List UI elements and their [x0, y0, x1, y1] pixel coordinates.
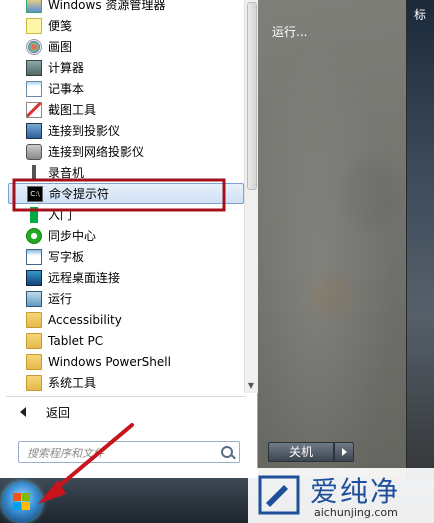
- back-label: 返回: [46, 405, 71, 420]
- program-label: Accessibility: [48, 312, 122, 327]
- wordpad-icon: [26, 248, 42, 265]
- run-icon: [26, 290, 42, 307]
- program-item[interactable]: 记事本: [8, 78, 244, 99]
- back-arrow-icon: [20, 407, 26, 417]
- program-item[interactable]: Windows 资源管理器: [8, 0, 244, 15]
- divider: [6, 396, 246, 397]
- program-item[interactable]: 截图工具: [8, 99, 244, 120]
- program-item[interactable]: 计算器: [8, 57, 244, 78]
- program-list: Windows 资源管理器 便笺画图计算器记事本截图工具连接到投影仪连接到网络投影…: [8, 0, 244, 393]
- program-label: 计算器: [48, 61, 85, 75]
- watermark-url: aichunjing.com: [314, 506, 398, 519]
- program-item[interactable]: 系统工具: [8, 372, 244, 393]
- shutdown-button[interactable]: 关机: [268, 442, 334, 462]
- calculator-icon: [26, 59, 42, 76]
- microphone-icon: [26, 164, 42, 181]
- program-item[interactable]: 入门: [8, 204, 244, 225]
- network-projector-icon: [26, 143, 42, 160]
- search-input[interactable]: [19, 442, 225, 464]
- windows-logo-icon: [13, 493, 31, 511]
- program-label: 连接到网络投影仪: [48, 145, 145, 159]
- program-label: 同步中心: [48, 229, 97, 243]
- glass-overlay: [258, 0, 406, 478]
- paint-icon: [26, 38, 42, 55]
- folder-icon: [26, 374, 42, 391]
- watermark: 爱纯净 aichunjing.com: [248, 468, 434, 523]
- scroll-down-arrow-icon[interactable]: ▼: [246, 381, 256, 391]
- program-label: 连接到投影仪: [48, 124, 121, 138]
- program-label: 远程桌面连接: [48, 271, 121, 285]
- folder-icon: [26, 353, 42, 370]
- program-label: 入门: [48, 208, 73, 222]
- program-label: 系统工具: [48, 376, 97, 390]
- cmd-icon: C:\: [27, 185, 43, 202]
- program-label: 命令提示符: [49, 187, 110, 201]
- program-item[interactable]: 同步中心: [8, 225, 244, 246]
- search-box[interactable]: [18, 441, 240, 464]
- program-label: 写字板: [48, 250, 85, 264]
- start-menu-left-pane: Windows 资源管理器 便笺画图计算器记事本截图工具连接到投影仪连接到网络投影…: [0, 0, 258, 478]
- folder-icon: [26, 311, 42, 328]
- remote-desktop-icon: [26, 269, 42, 286]
- program-label: 运行: [48, 292, 73, 306]
- program-item[interactable]: Tablet PC: [8, 330, 244, 351]
- program-label: 画图: [48, 40, 73, 54]
- explorer-icon: [26, 0, 42, 13]
- program-item[interactable]: 写字板: [8, 246, 244, 267]
- shutdown-options-arrow-icon[interactable]: [334, 442, 354, 462]
- program-item[interactable]: 便笺: [8, 15, 244, 36]
- program-item[interactable]: 连接到网络投影仪: [8, 141, 244, 162]
- desktop-edge-label: 标: [413, 8, 426, 22]
- program-label: Windows 资源管理器: [48, 0, 166, 12]
- notepad-icon: [26, 80, 42, 97]
- program-item[interactable]: 录音机: [8, 162, 244, 183]
- scrollbar-thumb[interactable]: [247, 2, 257, 190]
- program-item[interactable]: 连接到投影仪: [8, 120, 244, 141]
- program-label: 记事本: [48, 82, 85, 96]
- watermark-brand: 爱纯净: [310, 475, 401, 508]
- start-menu: Windows 资源管理器 便笺画图计算器记事本截图工具连接到投影仪连接到网络投影…: [0, 0, 407, 478]
- program-item[interactable]: 远程桌面连接: [8, 267, 244, 288]
- watermark-logo: [258, 475, 300, 515]
- program-item[interactable]: C:\ 命令提示符: [8, 183, 244, 204]
- program-item[interactable]: 画图: [8, 36, 244, 57]
- getting-started-icon: [26, 206, 42, 223]
- projector-icon: [26, 122, 42, 139]
- program-item[interactable]: Windows PowerShell: [8, 351, 244, 372]
- start-button[interactable]: [2, 482, 42, 522]
- sticky-notes-icon: [26, 17, 42, 34]
- sync-center-icon: [26, 227, 42, 244]
- program-label: 录音机: [48, 166, 85, 180]
- program-item[interactable]: Accessibility: [8, 309, 244, 330]
- desktop-edge-strip: 标: [406, 0, 434, 523]
- program-list-scrollbar[interactable]: ▼: [244, 0, 258, 393]
- program-label: 截图工具: [48, 103, 97, 117]
- program-label: Windows PowerShell: [48, 354, 171, 369]
- back-button[interactable]: 返回: [8, 401, 246, 423]
- program-label: Tablet PC: [48, 333, 104, 348]
- program-item[interactable]: 运行: [8, 288, 244, 309]
- program-label: 便笺: [48, 19, 73, 33]
- snipping-tool-icon: [26, 101, 42, 118]
- search-icon[interactable]: [221, 446, 233, 458]
- run-menu-item[interactable]: 运行...: [272, 23, 307, 40]
- folder-icon: [26, 332, 42, 349]
